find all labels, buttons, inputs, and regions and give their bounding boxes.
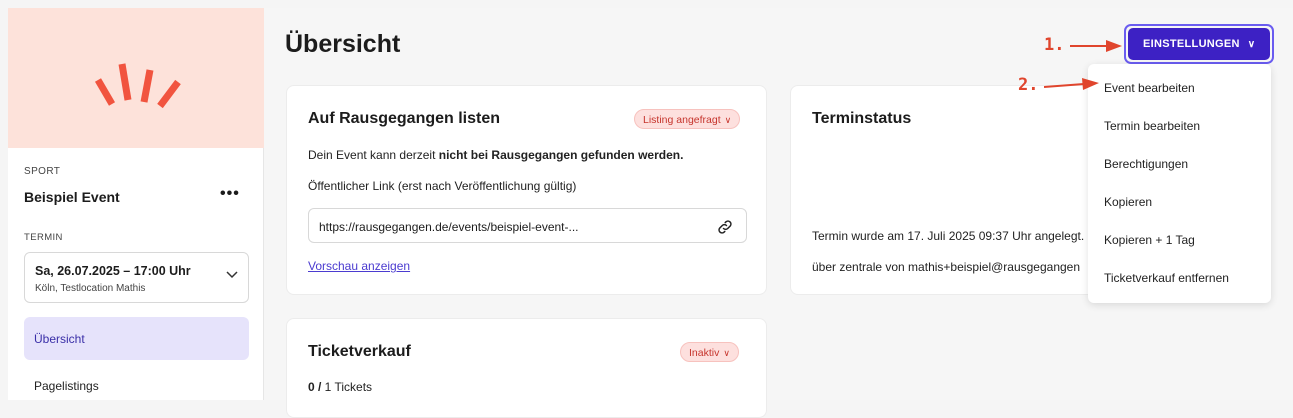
sidebar-item-uebersicht[interactable]: Übersicht bbox=[24, 317, 249, 360]
menu-item-kopieren-plus-tag[interactable]: Kopieren + 1 Tag bbox=[1104, 233, 1195, 247]
termin-select[interactable]: Sa, 26.07.2025 – 17:00 Uhr Köln, Testloc… bbox=[24, 252, 249, 303]
settings-button-label: EINSTELLUNGEN bbox=[1143, 38, 1240, 50]
ticket-badge-label: Inaktiv bbox=[689, 347, 720, 359]
status-card-title: Terminstatus bbox=[812, 110, 912, 127]
termin-label: TERMIN bbox=[24, 232, 63, 243]
visibility-text-bold: nicht bei Rausgegangen gefunden werden. bbox=[438, 148, 684, 162]
settings-menu: Event bearbeiten Termin bearbeiten Berec… bbox=[1088, 64, 1271, 303]
event-image bbox=[8, 8, 264, 148]
ticket-card-title: Ticketverkauf bbox=[308, 343, 411, 360]
termin-date: Sa, 26.07.2025 – 17:00 Uhr bbox=[35, 264, 191, 278]
listing-visibility-text: Dein Event kann derzeit nicht bei Rausge… bbox=[308, 148, 683, 162]
ticket-count-bold: 0 / bbox=[308, 380, 322, 394]
created-by-text: über zentrale von mathis+beispiel@rausge… bbox=[812, 260, 1081, 274]
page-title: Übersicht bbox=[285, 30, 401, 58]
ticket-status-badge[interactable]: Inaktiv ∨ bbox=[680, 342, 739, 362]
public-link-label: Öffentlicher Link (erst nach Veröffentli… bbox=[308, 179, 577, 193]
ticket-count-rest: 1 Tickets bbox=[321, 380, 373, 394]
chevron-down-icon: ∨ bbox=[1247, 39, 1256, 50]
public-link-field[interactable]: https://rausgegangen.de/events/beispiel-… bbox=[308, 208, 747, 243]
sidebar-item-pagelistings[interactable]: Pagelistings bbox=[34, 379, 99, 393]
settings-button[interactable]: EINSTELLUNGEN ∨ bbox=[1124, 24, 1274, 64]
chevron-down-icon bbox=[226, 271, 238, 279]
menu-item-termin-bearbeiten[interactable]: Termin bearbeiten bbox=[1104, 119, 1200, 133]
event-name: Beispiel Event bbox=[24, 189, 120, 205]
link-icon[interactable] bbox=[716, 218, 734, 236]
sidebar: SPORT Beispiel Event ••• TERMIN Sa, 26.0… bbox=[8, 8, 264, 400]
menu-item-ticketverkauf-entfernen[interactable]: Ticketverkauf entfernen bbox=[1104, 271, 1229, 285]
annotation-step-1: 1. bbox=[1044, 35, 1065, 55]
sidebar-item-label: Übersicht bbox=[34, 332, 85, 346]
sunburst-logo-icon bbox=[94, 63, 181, 109]
more-options-icon[interactable]: ••• bbox=[220, 185, 240, 203]
listing-status-badge[interactable]: Listing angefragt ∨ bbox=[634, 109, 741, 129]
ticket-count: 0 / 1 Tickets bbox=[308, 380, 372, 394]
listing-card: Auf Rausgegangen listen Listing angefrag… bbox=[286, 85, 767, 295]
menu-item-kopieren[interactable]: Kopieren bbox=[1104, 195, 1152, 209]
annotation-arrow-2-icon bbox=[1044, 78, 1099, 90]
menu-item-berechtigungen[interactable]: Berechtigungen bbox=[1104, 157, 1188, 171]
termin-location: Köln, Testlocation Mathis bbox=[35, 283, 146, 294]
listing-card-title: Auf Rausgegangen listen bbox=[308, 110, 501, 127]
preview-link[interactable]: Vorschau anzeigen bbox=[308, 259, 410, 273]
chevron-down-icon: ∨ bbox=[723, 348, 730, 358]
ticket-card: Ticketverkauf Inaktiv ∨ 0 / 1 Tickets bbox=[286, 318, 767, 418]
public-link-value: https://rausgegangen.de/events/beispiel-… bbox=[319, 220, 579, 234]
event-category: SPORT bbox=[24, 166, 61, 177]
visibility-text-start: Dein Event kann derzeit bbox=[308, 148, 439, 162]
listing-badge-label: Listing angefragt bbox=[643, 114, 721, 126]
menu-item-event-bearbeiten[interactable]: Event bearbeiten bbox=[1104, 81, 1195, 95]
annotation-step-2: 2. bbox=[1018, 75, 1039, 95]
status-card: Terminstatus Termin wurde am 17. Juli 20… bbox=[790, 85, 1120, 295]
created-text: Termin wurde am 17. Juli 2025 09:37 Uhr … bbox=[812, 229, 1085, 243]
annotation-arrow-1-icon bbox=[1070, 40, 1122, 52]
chevron-down-icon: ∨ bbox=[724, 115, 732, 125]
